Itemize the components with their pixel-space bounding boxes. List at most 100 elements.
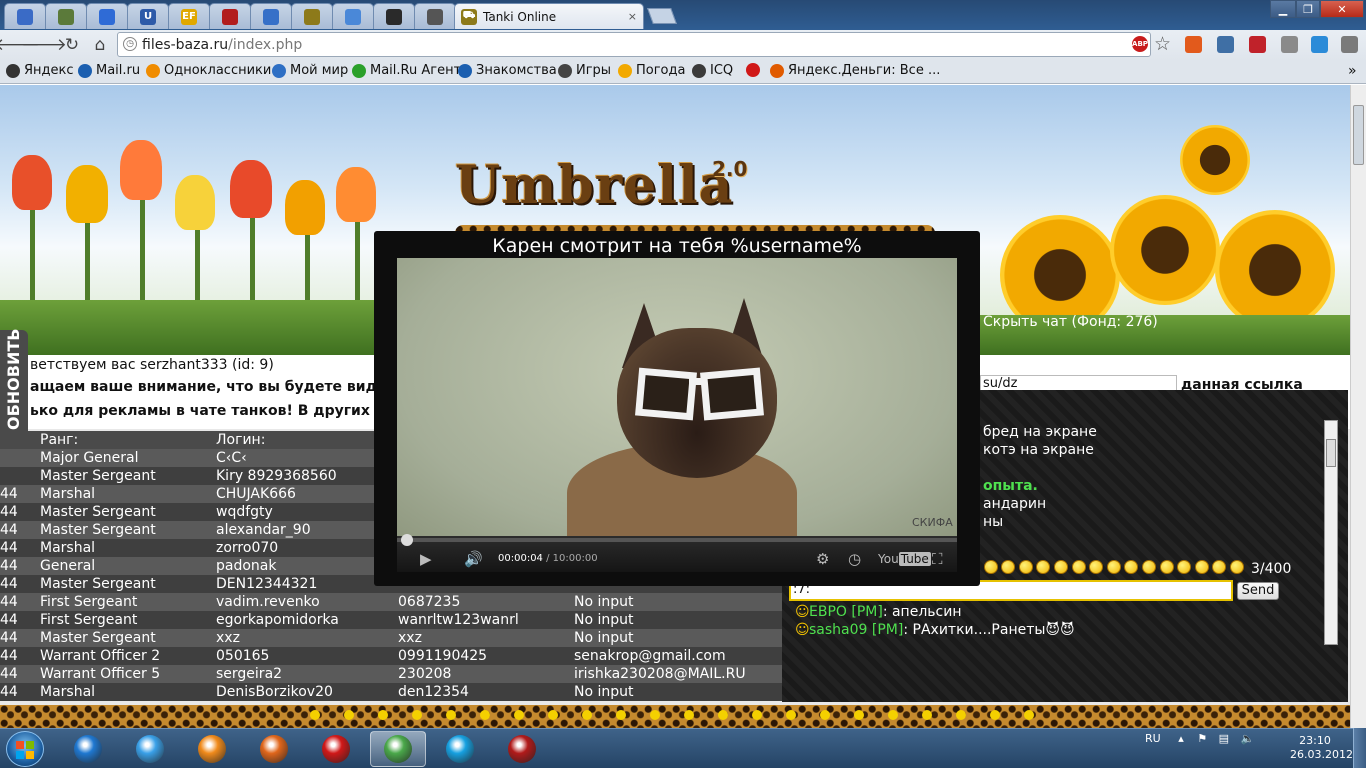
minimize-button[interactable]: ▁ xyxy=(1270,0,1296,18)
smiley-icon[interactable] xyxy=(1054,560,1068,574)
show-desktop-button[interactable] xyxy=(1353,728,1366,768)
footer-icon[interactable] xyxy=(548,710,558,720)
footer-icon[interactable] xyxy=(412,710,422,720)
volume-tray-icon[interactable]: 🔈 xyxy=(1241,732,1255,745)
footer-icon[interactable] xyxy=(616,710,626,720)
page-scroll-thumb[interactable] xyxy=(1353,105,1364,165)
bookmark-item[interactable]: Mail.Ru Агент xyxy=(352,63,461,78)
wrench-menu-icon[interactable] xyxy=(1341,36,1358,53)
footer-icon[interactable] xyxy=(956,710,966,720)
smiley-icon[interactable] xyxy=(1194,560,1209,574)
footer-icon[interactable] xyxy=(888,710,898,720)
bookmark-item[interactable]: Яндекс.Деньги: Все ... xyxy=(770,63,940,78)
video-frame[interactable]: СКИФА xyxy=(397,258,957,543)
reload-button[interactable]: ↻ xyxy=(61,35,83,55)
footer-icon[interactable] xyxy=(922,710,932,720)
close-window-button[interactable]: ✕ xyxy=(1320,0,1364,18)
bookmark-item[interactable] xyxy=(746,63,760,77)
language-indicator[interactable]: RU xyxy=(1145,732,1161,745)
footer-icon[interactable] xyxy=(684,710,694,720)
footer-icon[interactable] xyxy=(752,710,762,720)
clock[interactable]: 23:10 26.03.2012 xyxy=(1290,734,1353,762)
smiley-icon[interactable] xyxy=(983,560,998,574)
bookmark-item[interactable]: Погода xyxy=(618,63,685,78)
volume-icon[interactable]: 🔊 xyxy=(464,550,483,568)
maximize-button[interactable]: ❐ xyxy=(1296,0,1320,18)
extension-book-icon[interactable] xyxy=(1249,36,1266,53)
tray-expand-icon[interactable]: ▴ xyxy=(1178,732,1184,745)
footer-icon[interactable] xyxy=(378,710,388,720)
footer-icon[interactable] xyxy=(1024,710,1034,720)
smiley-icon[interactable] xyxy=(1124,560,1139,574)
hide-chat-link[interactable]: Скрыть чат (Фонд: 276) xyxy=(983,314,1158,330)
smiley-icon[interactable] xyxy=(1212,560,1227,574)
footer-icon[interactable] xyxy=(480,710,490,720)
progress-handle[interactable] xyxy=(400,534,413,546)
bookmark-item[interactable]: Знакомства xyxy=(458,63,557,78)
taskbar-app[interactable] xyxy=(370,731,426,767)
taskbar-app[interactable] xyxy=(432,731,488,767)
bookmarks-overflow-button[interactable]: » xyxy=(1348,63,1357,79)
play-icon[interactable]: ▶ xyxy=(420,550,432,568)
smiley-icon[interactable] xyxy=(1018,560,1033,574)
chat-username[interactable]: EBPO [PM] xyxy=(809,604,883,620)
footer-icon[interactable] xyxy=(514,710,524,720)
taskbar-app[interactable] xyxy=(122,731,178,767)
footer-icon[interactable] xyxy=(650,710,660,720)
footer-icon[interactable] xyxy=(786,710,796,720)
chat-scrollbar[interactable] xyxy=(1324,420,1338,645)
flag-icon[interactable]: ⚑ xyxy=(1197,732,1207,745)
bookmark-item[interactable]: Одноклассники xyxy=(146,63,271,78)
browser-tab[interactable] xyxy=(86,3,128,29)
footer-icon[interactable] xyxy=(990,710,1000,720)
smiley-icon[interactable] xyxy=(1142,560,1156,574)
youtube-logo-icon[interactable]: You Tube xyxy=(878,552,931,566)
smiley-icon[interactable] xyxy=(1036,560,1051,574)
bookmark-item[interactable]: Игры xyxy=(558,63,611,78)
footer-icon[interactable] xyxy=(820,710,830,720)
taskbar-app[interactable] xyxy=(184,731,240,767)
start-button[interactable] xyxy=(6,731,44,767)
taskbar-app[interactable] xyxy=(308,731,364,767)
bookmark-item[interactable]: ICQ xyxy=(692,63,733,78)
forward-button[interactable]: 🡒 xyxy=(21,35,67,55)
extension-gear-icon[interactable] xyxy=(1281,36,1298,53)
taskbar-app[interactable] xyxy=(494,731,550,767)
browser-tab[interactable] xyxy=(414,3,456,29)
browser-tab[interactable] xyxy=(209,3,251,29)
smiley-icon[interactable] xyxy=(1230,560,1244,574)
extension-puzzle-icon[interactable] xyxy=(1217,36,1234,53)
watch-later-icon[interactable]: ◷ xyxy=(848,550,861,568)
bookmark-item[interactable]: Мой мир xyxy=(272,63,348,78)
footer-icon[interactable] xyxy=(854,710,864,720)
adblock-icon[interactable]: ABP xyxy=(1132,36,1148,52)
home-button[interactable]: ⌂ xyxy=(89,35,111,55)
browser-tab[interactable]: U xyxy=(127,3,169,29)
address-bar[interactable]: ◷ files-baza.ru/index.php ABP xyxy=(117,32,1151,57)
footer-icon[interactable] xyxy=(310,710,320,720)
smiley-icon[interactable] xyxy=(1159,560,1174,574)
close-tab-icon[interactable]: × xyxy=(628,10,637,23)
footer-icon[interactable] xyxy=(718,710,728,720)
tab-tanki-online[interactable]: ⛟ Tanki Online × xyxy=(454,3,644,29)
page-scrollbar[interactable] xyxy=(1350,85,1366,730)
bookmark-item[interactable]: Mail.ru xyxy=(78,63,140,78)
smiley-icon[interactable] xyxy=(1001,560,1016,574)
bookmark-star-icon[interactable]: ☆ xyxy=(1154,33,1171,55)
footer-icon[interactable] xyxy=(446,710,456,720)
network-icon[interactable]: ▤ xyxy=(1219,732,1229,745)
extension-tools-icon[interactable] xyxy=(1311,36,1328,53)
video-progress[interactable] xyxy=(397,534,957,546)
smiley-icon[interactable] xyxy=(1177,560,1192,574)
smiley-icon[interactable] xyxy=(1089,560,1104,574)
settings-gear-icon[interactable]: ⚙ xyxy=(816,550,829,568)
browser-tab[interactable] xyxy=(250,3,292,29)
browser-tab[interactable] xyxy=(4,3,46,29)
fullscreen-icon[interactable]: ⛶ xyxy=(932,550,943,568)
send-button[interactable]: Send xyxy=(1237,582,1279,600)
browser-tab[interactable] xyxy=(291,3,333,29)
browser-tab[interactable] xyxy=(373,3,415,29)
chat-username[interactable]: sasha09 [PM] xyxy=(809,622,903,638)
smiley-icon[interactable] xyxy=(1071,560,1086,574)
taskbar-app[interactable] xyxy=(60,731,116,767)
